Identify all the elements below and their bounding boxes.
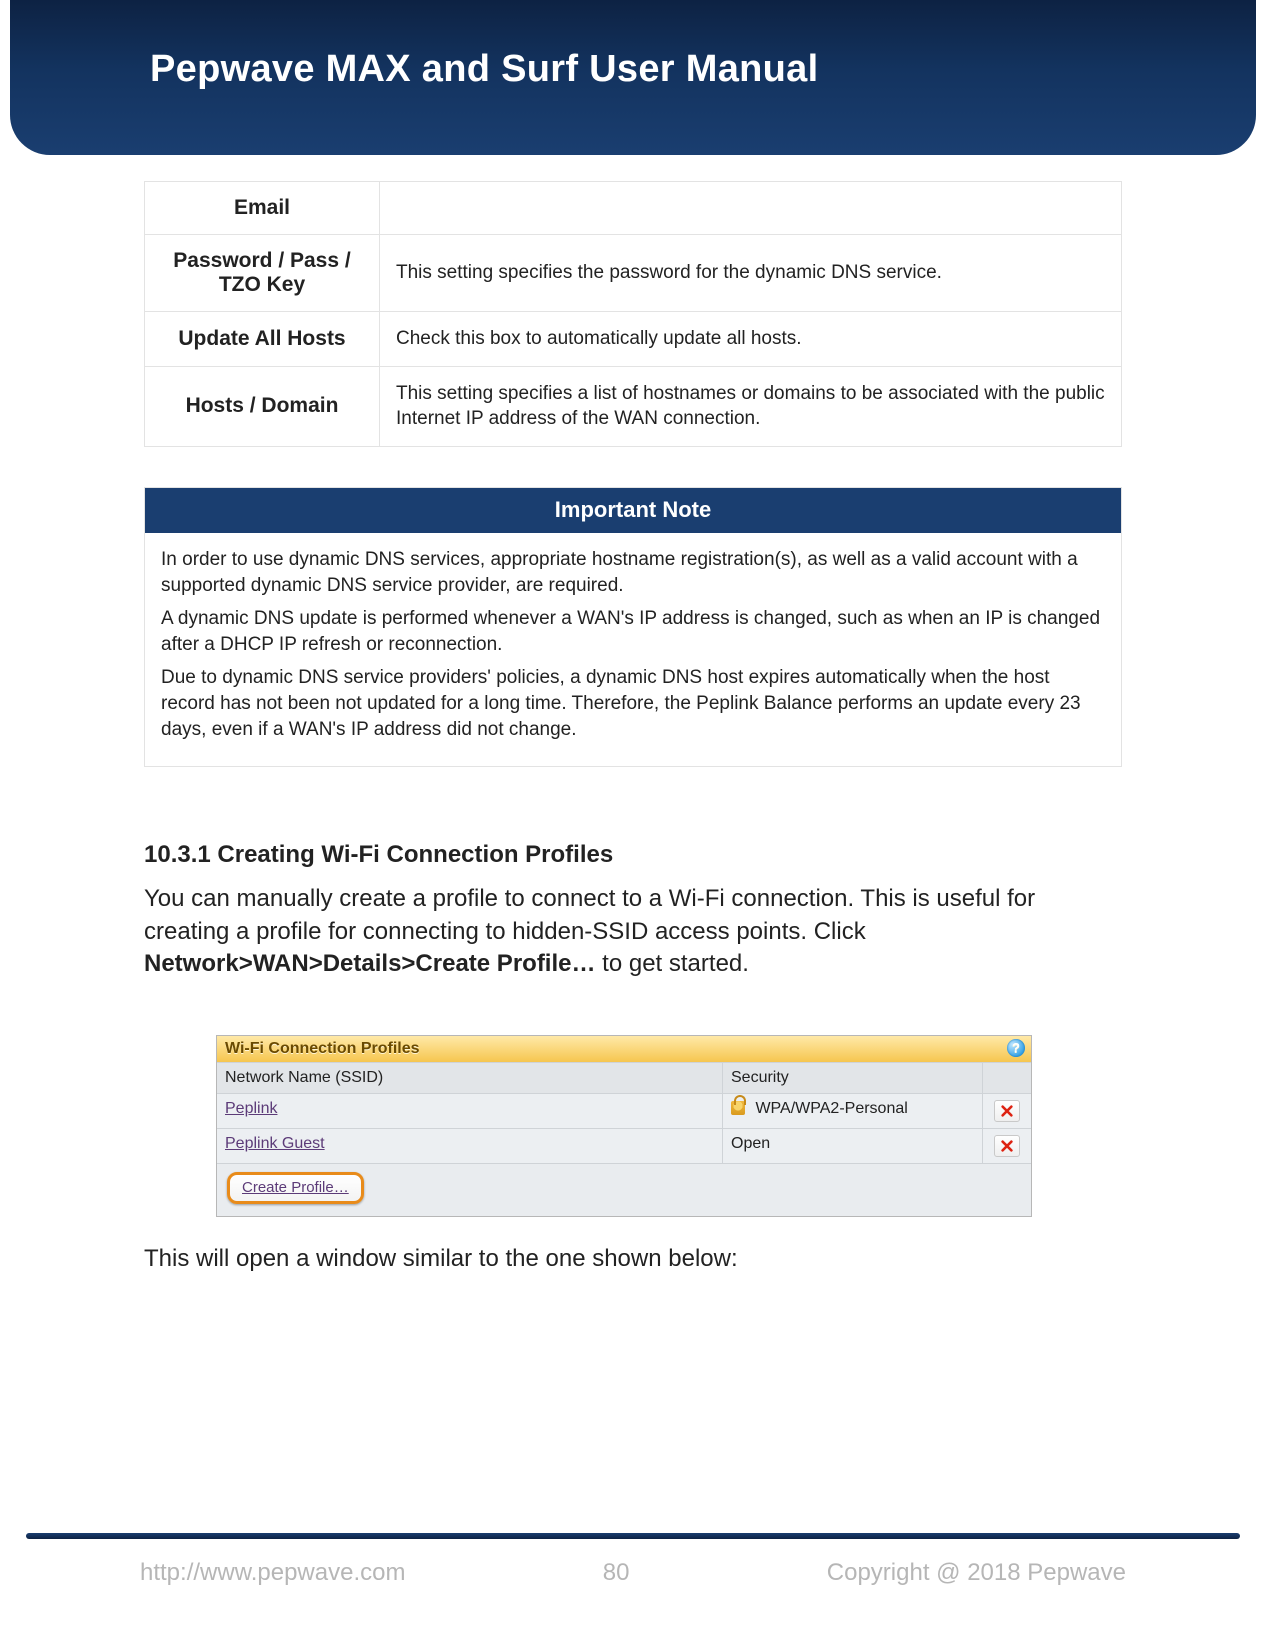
footer-url: http://www.pepwave.com [140, 1559, 405, 1587]
intro-text: You can manually create a profile to con… [144, 885, 1035, 944]
content-area: Email Password / Pass / TZO Key This set… [144, 181, 1122, 1273]
close-icon [1000, 1104, 1014, 1118]
footer-copyright: Copyright @ 2018 Pepwave [827, 1559, 1126, 1587]
section-number: 10.3.1 [144, 841, 211, 868]
page-number: 80 [603, 1559, 630, 1587]
section-title: Creating Wi-Fi Connection Profiles [217, 841, 613, 868]
setting-label: Update All Hosts [145, 312, 380, 367]
wifi-row: Peplink Guest Open [217, 1129, 1031, 1164]
nav-path: Network>WAN>Details>Create Profile… [144, 950, 596, 977]
setting-desc: Check this box to automatically update a… [380, 312, 1122, 367]
document-title: Pepwave MAX and Surf User Manual [150, 48, 1256, 91]
security-cell: Open [723, 1129, 983, 1163]
setting-desc [380, 182, 1122, 235]
ssid-link[interactable]: Peplink [225, 1100, 277, 1117]
wifi-panel-title: Wi-Fi Connection Profiles [225, 1040, 420, 1057]
section: 10.3.1 Creating Wi-Fi Connection Profile… [144, 841, 1122, 1272]
col-delete [983, 1063, 1031, 1093]
wifi-table-header: Network Name (SSID) Security [217, 1062, 1031, 1094]
table-row: Password / Pass / TZO Key This setting s… [145, 235, 1122, 312]
setting-label: Email [145, 182, 380, 235]
security-text: WPA/WPA2-Personal [755, 1100, 907, 1117]
note-paragraph: In order to use dynamic DNS services, ap… [161, 547, 1105, 598]
setting-desc: This setting specifies a list of hostnam… [380, 366, 1122, 446]
col-ssid: Network Name (SSID) [217, 1063, 723, 1093]
col-security: Security [723, 1063, 983, 1093]
note-paragraph: Due to dynamic DNS service providers' po… [161, 665, 1105, 742]
intro-text-tail: to get started. [602, 950, 749, 977]
wifi-profiles-screenshot: Wi-Fi Connection Profiles ? Network Name… [216, 1035, 1032, 1217]
wifi-profiles-panel: Wi-Fi Connection Profiles ? Network Name… [216, 1035, 1032, 1217]
after-ui-text: This will open a window similar to the o… [144, 1245, 1122, 1273]
page-footer: http://www.pepwave.com 80 Copyright @ 20… [0, 1533, 1266, 1593]
note-paragraph: A dynamic DNS update is performed whenev… [161, 606, 1105, 657]
setting-desc: This setting specifies the password for … [380, 235, 1122, 312]
document-header: Pepwave MAX and Surf User Manual [10, 0, 1256, 155]
settings-table: Email Password / Pass / TZO Key This set… [144, 181, 1122, 447]
table-row: Hosts / Domain This setting specifies a … [145, 366, 1122, 446]
ssid-link[interactable]: Peplink Guest [225, 1135, 325, 1152]
section-heading: 10.3.1 Creating Wi-Fi Connection Profile… [144, 841, 1122, 869]
help-icon[interactable]: ? [1007, 1039, 1025, 1057]
wifi-panel-title-bar: Wi-Fi Connection Profiles ? [217, 1036, 1031, 1062]
footer-rule [26, 1533, 1240, 1539]
table-row: Update All Hosts Check this box to autom… [145, 312, 1122, 367]
delete-button[interactable] [994, 1100, 1020, 1122]
delete-button[interactable] [994, 1135, 1020, 1157]
table-row: Email [145, 182, 1122, 235]
section-intro: You can manually create a profile to con… [144, 883, 1122, 980]
wifi-row: Peplink WPA/WPA2-Personal [217, 1094, 1031, 1129]
setting-label: Password / Pass / TZO Key [145, 235, 380, 312]
security-cell: WPA/WPA2-Personal [723, 1094, 983, 1128]
note-body: In order to use dynamic DNS services, ap… [145, 533, 1121, 766]
create-row: Create Profile… [217, 1164, 1031, 1216]
close-icon [1000, 1139, 1014, 1153]
create-profile-button[interactable]: Create Profile… [227, 1172, 364, 1204]
lock-icon [731, 1101, 745, 1115]
security-text: Open [731, 1135, 770, 1152]
important-note: Important Note In order to use dynamic D… [144, 487, 1122, 767]
note-title: Important Note [145, 488, 1121, 533]
setting-label: Hosts / Domain [145, 366, 380, 446]
